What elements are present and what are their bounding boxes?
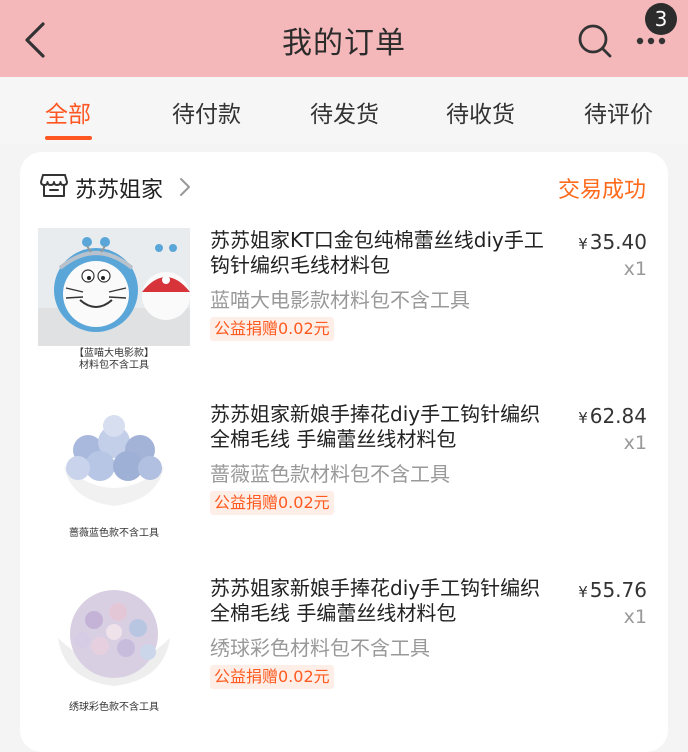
product-thumbnail[interactable]: 蔷薇蓝色款不含工具: [38, 402, 190, 552]
order-card[interactable]: 苏苏姐家 交易成功 【蓝喵大电影款】 材料包不含工具 苏苏姐家KT口金包纯棉蕾丝…: [20, 152, 668, 752]
top-bar: 我的订单 3: [0, 0, 688, 77]
currency-symbol: ¥: [578, 409, 588, 427]
thumbnail-caption: 蔷薇蓝色款不含工具: [69, 528, 159, 539]
product-title[interactable]: 苏苏姐家新娘手捧花diy手工钩针编织全棉毛线 手编蕾丝线材料包: [210, 576, 550, 626]
donation-tag: 公益捐赠0.02元: [210, 491, 334, 515]
product-title[interactable]: 苏苏姐家新娘手捧花diy手工钩针编织全棉毛线 手编蕾丝线材料包: [210, 402, 550, 452]
order-tabs: 全部 待付款 待发货 待收货 待评价: [0, 77, 688, 144]
tab-pending-payment[interactable]: 待付款: [172, 95, 241, 129]
product-price: ¥35.40: [578, 230, 647, 254]
tab-pending-shipment[interactable]: 待发货: [310, 95, 379, 129]
product-price: ¥62.84: [578, 404, 647, 428]
donation-tag: 公益捐赠0.02元: [210, 317, 334, 341]
active-tab-indicator: [45, 136, 92, 140]
notification-badge: 3: [645, 3, 677, 35]
order-item[interactable]: 绣球彩色款不含工具 苏苏姐家新娘手捧花diy手工钩针编织全棉毛线 手编蕾丝线材料…: [20, 576, 668, 746]
product-quantity: x1: [623, 432, 647, 454]
currency-symbol: ¥: [578, 235, 588, 253]
coin-purse-image: [38, 228, 190, 346]
product-thumbnail[interactable]: 绣球彩色款不含工具: [38, 576, 190, 726]
product-sku: 绣球彩色材料包不含工具: [210, 636, 430, 660]
product-thumbnail[interactable]: 【蓝喵大电影款】 材料包不含工具: [38, 228, 190, 378]
product-price: ¥55.76: [578, 578, 647, 602]
bouquet-image: [38, 576, 190, 694]
product-quantity: x1: [623, 258, 647, 280]
store-header[interactable]: 苏苏姐家 交易成功: [20, 152, 668, 222]
bouquet-image: [38, 402, 190, 520]
order-status: 交易成功: [557, 178, 646, 203]
thumbnail-caption: 材料包不含工具: [79, 360, 149, 371]
thumbnail-caption: 绣球彩色款不含工具: [69, 702, 159, 713]
order-item[interactable]: 蔷薇蓝色款不含工具 苏苏姐家新娘手捧花diy手工钩针编织全棉毛线 手编蕾丝线材料…: [20, 402, 668, 572]
store-icon: [40, 174, 68, 197]
product-quantity: x1: [623, 606, 647, 628]
price-value: 62.84: [589, 404, 647, 428]
donation-tag: 公益捐赠0.02元: [210, 665, 334, 689]
order-item[interactable]: 【蓝喵大电影款】 材料包不含工具 苏苏姐家KT口金包纯棉蕾丝线diy手工钩针编织…: [20, 228, 668, 398]
chevron-right-icon: [180, 178, 190, 196]
product-sku: 蔷薇蓝色款材料包不含工具: [210, 462, 450, 486]
tab-all[interactable]: 全部: [45, 95, 91, 129]
tab-pending-receipt[interactable]: 待收货: [446, 95, 515, 129]
currency-symbol: ¥: [578, 583, 588, 601]
tab-pending-review[interactable]: 待评价: [584, 95, 653, 129]
store-name[interactable]: 苏苏姐家: [75, 172, 163, 204]
thumbnail-caption: 【蓝喵大电影款】: [74, 348, 154, 359]
price-value: 55.76: [589, 578, 647, 602]
search-icon: [578, 24, 612, 58]
product-title[interactable]: 苏苏姐家KT口金包纯棉蕾丝线diy手工钩针编织毛线材料包: [210, 228, 550, 278]
product-sku: 蓝喵大电影款材料包不含工具: [210, 288, 470, 312]
price-value: 35.40: [589, 230, 647, 254]
search-button[interactable]: [575, 21, 615, 61]
